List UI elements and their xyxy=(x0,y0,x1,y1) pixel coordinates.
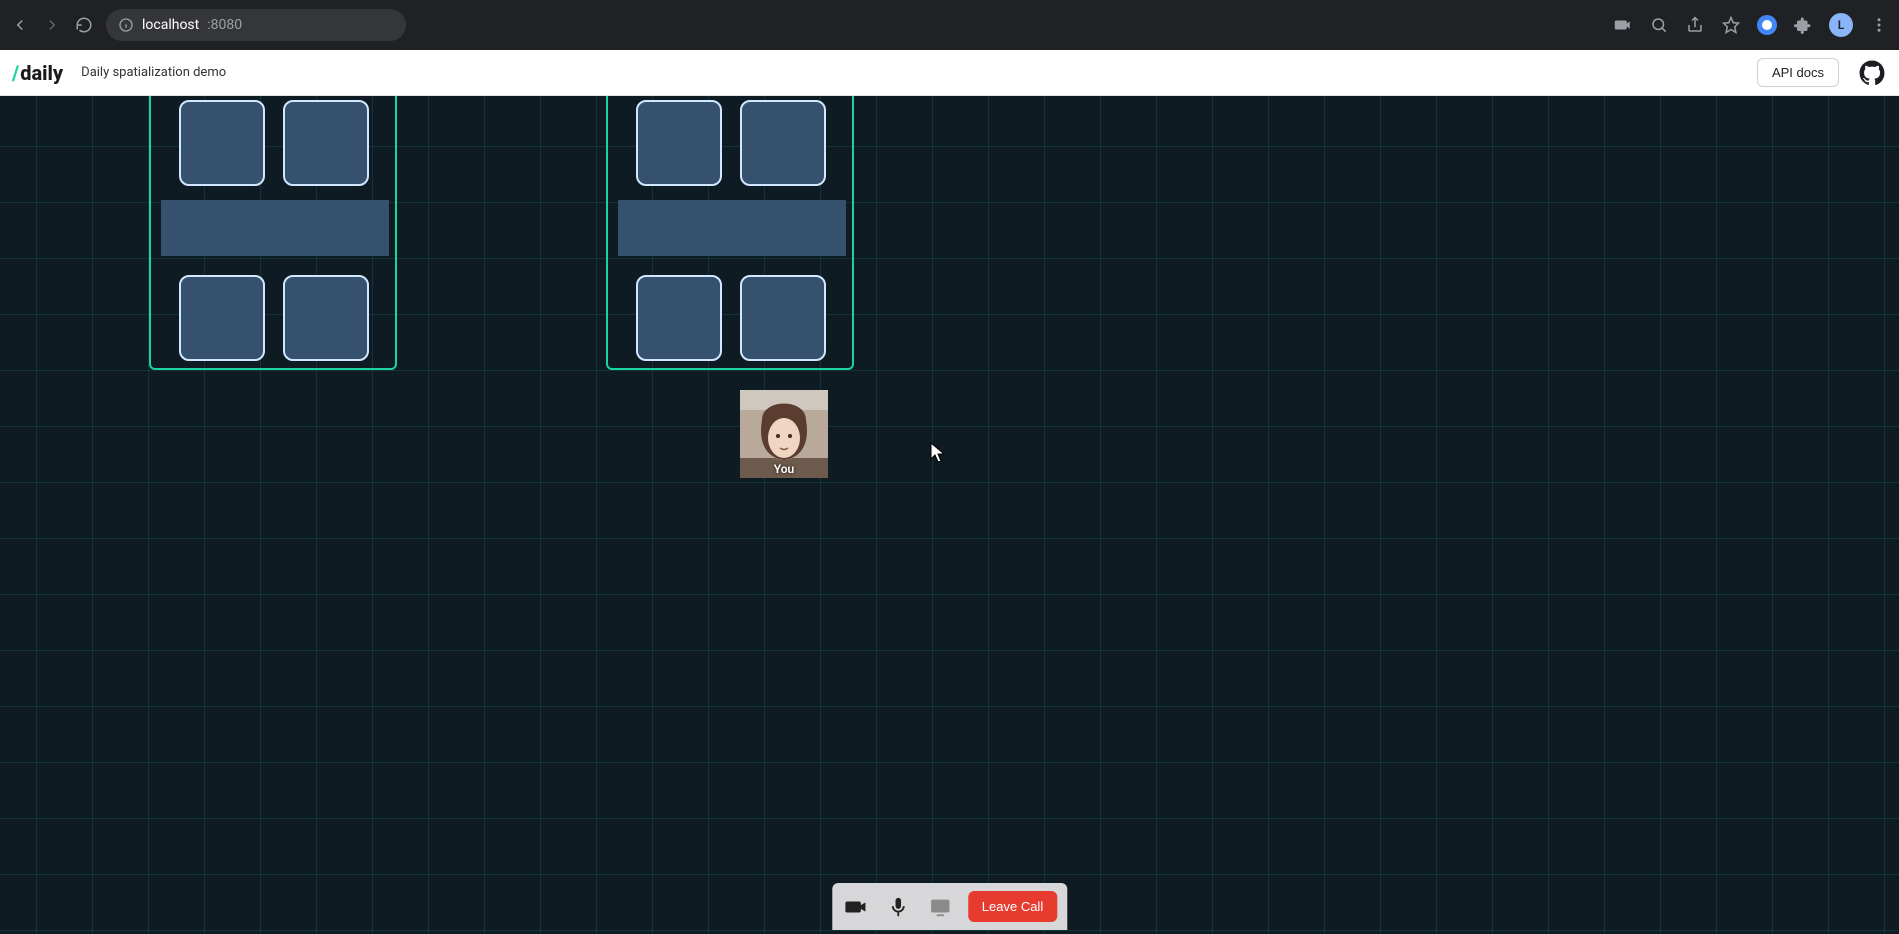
toggle-mic-button[interactable] xyxy=(884,893,912,921)
forward-button[interactable] xyxy=(42,15,62,35)
seat[interactable] xyxy=(179,100,265,186)
zone-table xyxy=(161,200,389,256)
seat[interactable] xyxy=(740,100,826,186)
zoom-icon[interactable] xyxy=(1649,15,1669,35)
extensions-icon[interactable] xyxy=(1793,15,1813,35)
url-host: localhost xyxy=(142,17,199,33)
star-icon[interactable] xyxy=(1721,15,1741,35)
logo-slash-icon: / xyxy=(12,61,19,85)
api-docs-button[interactable]: API docs xyxy=(1757,58,1839,87)
url-port: :8080 xyxy=(207,17,242,33)
app-header: /daily Daily spatialization demo API doc… xyxy=(0,50,1899,96)
seat[interactable] xyxy=(636,275,722,361)
seat[interactable] xyxy=(740,275,826,361)
site-info-icon[interactable] xyxy=(118,17,134,33)
screenshare-icon xyxy=(929,896,951,918)
zone-2[interactable] xyxy=(606,96,854,370)
zone-1[interactable] xyxy=(149,96,397,370)
toggle-camera-button[interactable] xyxy=(842,893,870,921)
github-icon xyxy=(1859,60,1885,86)
back-button[interactable] xyxy=(10,15,30,35)
participant-local[interactable]: You xyxy=(740,390,828,478)
mouse-cursor-icon xyxy=(930,442,946,464)
daily-logo: /daily xyxy=(12,61,63,85)
seat[interactable] xyxy=(283,275,369,361)
microphone-icon xyxy=(887,896,909,918)
camera-icon xyxy=(845,896,867,918)
profile-avatar[interactable]: L xyxy=(1829,13,1853,37)
browser-chrome: localhost :8080 L xyxy=(0,0,1899,50)
logo-text: daily xyxy=(20,61,63,85)
participant-label: You xyxy=(740,462,828,476)
spatial-world[interactable]: You Leave Call xyxy=(0,96,1899,934)
share-icon[interactable] xyxy=(1685,15,1705,35)
reload-button[interactable] xyxy=(74,15,94,35)
call-toolbar: Leave Call xyxy=(832,883,1067,930)
extension-badge-icon[interactable] xyxy=(1757,15,1777,35)
video-present-icon[interactable] xyxy=(1613,15,1633,35)
github-link[interactable] xyxy=(1857,58,1887,88)
seat[interactable] xyxy=(636,100,722,186)
address-bar[interactable]: localhost :8080 xyxy=(106,9,406,41)
leave-call-button[interactable]: Leave Call xyxy=(968,891,1057,922)
toggle-screenshare-button[interactable] xyxy=(926,893,954,921)
chrome-actions: L xyxy=(1613,13,1889,37)
seat[interactable] xyxy=(283,100,369,186)
page-title: Daily spatialization demo xyxy=(81,65,226,80)
seat[interactable] xyxy=(179,275,265,361)
kebab-menu-icon[interactable] xyxy=(1869,15,1889,35)
zone-table xyxy=(618,200,846,256)
